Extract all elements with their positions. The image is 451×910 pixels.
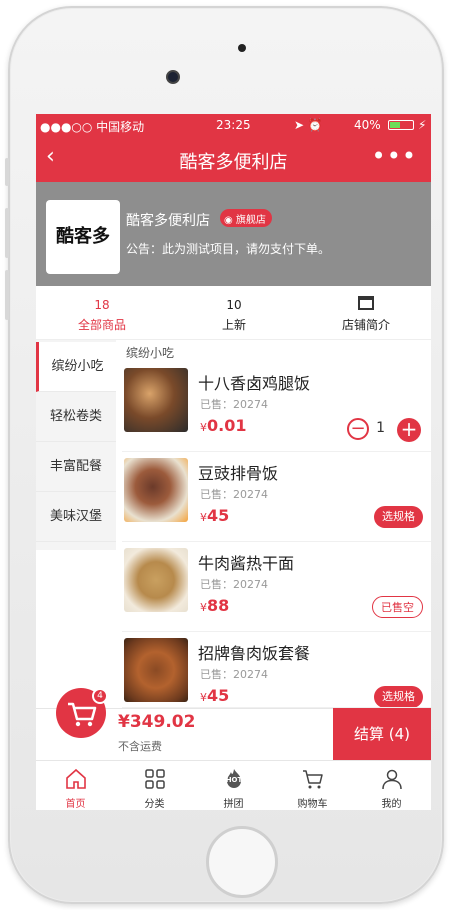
tab-label: 分类 bbox=[144, 799, 165, 810]
category-title: 缤纷小吃 bbox=[126, 346, 175, 360]
currency-symbol: ¥ bbox=[200, 511, 207, 524]
sold-out-button: 已售空 bbox=[372, 596, 423, 618]
price-value: 88 bbox=[207, 596, 230, 615]
tab-cart[interactable]: 购物车 bbox=[273, 761, 352, 810]
product-image bbox=[124, 368, 188, 432]
cart-count-badge: 4 bbox=[92, 688, 108, 704]
volume-up-button bbox=[5, 208, 9, 258]
plus-icon[interactable]: + bbox=[397, 418, 421, 442]
product-name: 豆豉排骨饭 bbox=[198, 464, 279, 483]
sidebar-item-sides[interactable]: 丰富配餐 bbox=[36, 442, 116, 492]
product-sold: 已售：20274 bbox=[200, 578, 268, 591]
price-value: 45 bbox=[207, 506, 230, 525]
product-name: 招牌鲁肉饭套餐 bbox=[198, 644, 311, 663]
store-banner: 酷客多 酷客多便利店 ◉ 旗舰店 公告：此为测试项目，请勿支付下单。 bbox=[36, 182, 431, 286]
tab-label: 我的 bbox=[381, 799, 402, 810]
tab-home[interactable]: 首页 bbox=[36, 761, 115, 810]
product-sold: 已售：20274 bbox=[200, 668, 268, 681]
product-price: ¥0.01 bbox=[200, 416, 246, 435]
clock-label: 23:25 bbox=[216, 118, 251, 132]
sidebar-item-rolls[interactable]: 轻松卷类 bbox=[36, 392, 116, 442]
tab-store-intro[interactable]: 店铺简介 bbox=[300, 286, 431, 340]
cart-outline-icon bbox=[303, 770, 323, 789]
tab-all-products[interactable]: 18 全部商品 bbox=[36, 286, 168, 340]
tab-group-buy[interactable]: HOT 拼团 bbox=[194, 761, 273, 810]
battery-icon bbox=[388, 120, 414, 130]
product-image bbox=[124, 638, 188, 702]
store-tabs: 18 全部商品 10 上新 店铺简介 bbox=[36, 286, 431, 340]
flagship-badge: ◉ 旗舰店 bbox=[220, 209, 272, 227]
tab-count: 10 bbox=[226, 298, 242, 312]
product-item[interactable]: 豆豉排骨饭 已售：20274 ¥45 选规格 bbox=[122, 454, 431, 542]
tab-new[interactable]: 10 上新 bbox=[168, 286, 300, 340]
cart-total: ¥349.02 bbox=[118, 712, 196, 732]
navigation-bar: ‹ 酷客多便利店 ••• bbox=[36, 136, 431, 182]
speaker-dot bbox=[238, 44, 246, 52]
status-bar: ●●●○○ 中国移动 23:25 ➤ ⏰ 40% ⚡ bbox=[36, 114, 431, 136]
sidebar-item-burgers[interactable]: 美味汉堡 bbox=[36, 492, 116, 542]
battery-label: 40% bbox=[354, 118, 381, 132]
tab-profile[interactable]: 我的 bbox=[352, 761, 431, 810]
tab-label: 上新 bbox=[221, 318, 246, 332]
mute-switch bbox=[5, 158, 9, 186]
store-notice: 公告：此为测试项目，请勿支付下单。 bbox=[126, 242, 331, 256]
product-price: ¥45 bbox=[200, 686, 229, 705]
grid-icon bbox=[145, 769, 165, 789]
currency-symbol: ¥ bbox=[200, 601, 207, 614]
store-name: 酷客多便利店 bbox=[126, 213, 210, 229]
user-icon bbox=[382, 769, 402, 790]
tab-label: 购物车 bbox=[297, 799, 328, 810]
tab-label: 全部商品 bbox=[77, 318, 126, 332]
category-sidebar: 缤纷小吃 轻松卷类 丰富配餐 美味汉堡 bbox=[36, 340, 116, 550]
price-value: 0.01 bbox=[207, 416, 247, 435]
tab-count: 18 bbox=[94, 298, 110, 312]
product-image bbox=[124, 548, 188, 612]
app-screen: ●●●○○ 中国移动 23:25 ➤ ⏰ 40% ⚡ ‹ 酷客多便利店 ••• … bbox=[36, 114, 431, 810]
choose-spec-button[interactable]: 选规格 bbox=[374, 686, 423, 707]
tab-category[interactable]: 分类 bbox=[115, 761, 194, 810]
currency-symbol: ¥ bbox=[200, 421, 207, 434]
product-image bbox=[124, 458, 188, 522]
bottom-tab-bar: 首页 分类 HOT 拼团 购物车 我的 bbox=[36, 760, 431, 810]
tab-label: 拼团 bbox=[223, 799, 244, 810]
product-item[interactable]: 十八香卤鸡腿饭 已售：20274 ¥0.01 − 1 + bbox=[122, 364, 431, 452]
product-sold: 已售：20274 bbox=[200, 488, 268, 501]
product-item[interactable]: 招牌鲁肉饭套餐 已售：20274 ¥45 选规格 bbox=[122, 634, 431, 708]
charging-icon: ⚡ bbox=[418, 118, 427, 132]
more-icon[interactable]: ••• bbox=[372, 142, 417, 170]
carrier-label: ●●●○○ 中国移动 bbox=[40, 120, 145, 134]
volume-down-button bbox=[5, 270, 9, 320]
flagship-label: 旗舰店 bbox=[235, 215, 266, 226]
store-icon bbox=[358, 296, 374, 310]
tab-label: 店铺简介 bbox=[341, 318, 390, 332]
store-logo: 酷客多 bbox=[46, 200, 120, 274]
minus-icon[interactable]: − bbox=[347, 418, 369, 440]
price-value: 45 bbox=[207, 686, 230, 705]
location-icon: ➤ ⏰ bbox=[294, 118, 323, 132]
product-item[interactable]: 牛肉酱热干面 已售：20274 ¥88 已售空 bbox=[122, 544, 431, 632]
shipping-note: 不含运费 bbox=[118, 740, 162, 753]
tab-label: 首页 bbox=[65, 799, 86, 810]
front-camera bbox=[166, 70, 180, 84]
hot-badge: HOT bbox=[225, 776, 243, 784]
product-name: 牛肉酱热干面 bbox=[198, 554, 295, 573]
product-price: ¥88 bbox=[200, 596, 229, 615]
home-button[interactable] bbox=[206, 826, 278, 898]
quantity-value: 1 bbox=[376, 420, 385, 436]
product-price: ¥45 bbox=[200, 506, 229, 525]
flag-icon: ◉ bbox=[224, 215, 233, 226]
product-sold: 已售：20274 bbox=[200, 398, 268, 411]
choose-spec-button[interactable]: 选规格 bbox=[374, 506, 423, 528]
product-name: 十八香卤鸡腿饭 bbox=[198, 374, 311, 393]
checkout-button[interactable]: 结算 (4) bbox=[333, 708, 431, 760]
home-icon bbox=[66, 768, 86, 789]
sidebar-item-snacks[interactable]: 缤纷小吃 bbox=[36, 342, 116, 392]
currency-symbol: ¥ bbox=[200, 691, 207, 704]
